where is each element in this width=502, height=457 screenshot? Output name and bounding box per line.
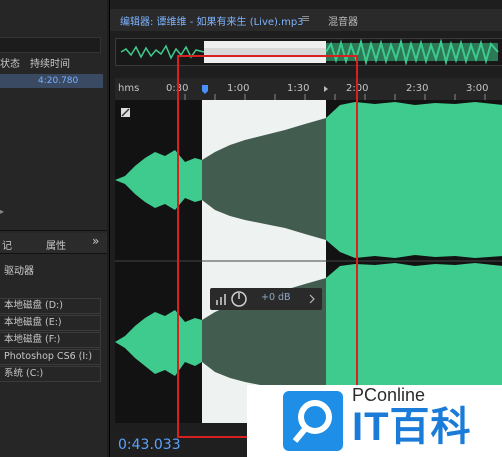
playhead-marker-icon[interactable] bbox=[115, 78, 502, 100]
tab-mixer[interactable]: 混音器 bbox=[328, 13, 358, 28]
more-panels-icon[interactable]: » bbox=[92, 234, 99, 248]
file-duration: 4:20.780 bbox=[38, 76, 79, 86]
volume-db-value[interactable]: +0 dB bbox=[261, 292, 291, 303]
watermark-brand-large: IT百科 bbox=[352, 405, 472, 449]
pconline-watermark: PConline IT百科 bbox=[247, 385, 502, 457]
drive-label: 系统 (C:) bbox=[4, 368, 44, 379]
pconline-logo-icon bbox=[283, 391, 343, 451]
volume-hud[interactable]: +0 dB bbox=[210, 288, 322, 310]
panel-divider bbox=[0, 230, 107, 231]
files-panel: 状态 持续时间 4:20.780 ▸ 记 属性 » 驱动器 本地磁盘 (D:) … bbox=[0, 0, 107, 457]
duration-column-header[interactable]: 持续时间 bbox=[30, 58, 70, 72]
drive-label: 本地磁盘 (F:) bbox=[4, 334, 61, 345]
tab-markers[interactable]: 记 bbox=[2, 237, 12, 252]
files-search-input[interactable] bbox=[0, 37, 101, 53]
tab-properties[interactable]: 属性 bbox=[46, 237, 66, 252]
lower-panel-tabs: 记 属性 » bbox=[0, 233, 107, 254]
waveform-graphic bbox=[115, 102, 502, 420]
drives-title: 驱动器 bbox=[4, 266, 34, 277]
collapse-arrow-icon[interactable]: ▸ bbox=[0, 207, 4, 216]
overview-waveform[interactable] bbox=[115, 38, 502, 66]
waveform-display[interactable]: +0 dB bbox=[115, 100, 502, 423]
tab-editor[interactable]: 编辑器: 谭维维 - 如果有来生 (Live).mp3 bbox=[120, 13, 304, 28]
time-ruler[interactable]: hms 0:30 1:00 1:30 2:00 2:30 3:00 bbox=[115, 78, 502, 101]
status-column-header[interactable]: 状态 bbox=[0, 58, 20, 72]
drive-label: 本地磁盘 (D:) bbox=[4, 300, 63, 311]
current-time-display[interactable]: 0:43.033 bbox=[118, 437, 181, 453]
drive-label: 本地磁盘 (E:) bbox=[4, 317, 62, 328]
watermark-brand: PConline bbox=[352, 385, 426, 405]
editor-tab-bar: 编辑器: 谭维维 - 如果有来生 (Live).mp3 ≡ 混音器 bbox=[110, 9, 502, 31]
drive-label: Photoshop CS6 (I:) bbox=[4, 351, 93, 362]
audition-window: 状态 持续时间 4:20.780 ▸ 记 属性 » 驱动器 本地磁盘 (D:) … bbox=[0, 0, 502, 457]
overview-waveform-graphic bbox=[120, 38, 499, 66]
panel-menu-icon[interactable]: ≡ bbox=[301, 12, 310, 25]
